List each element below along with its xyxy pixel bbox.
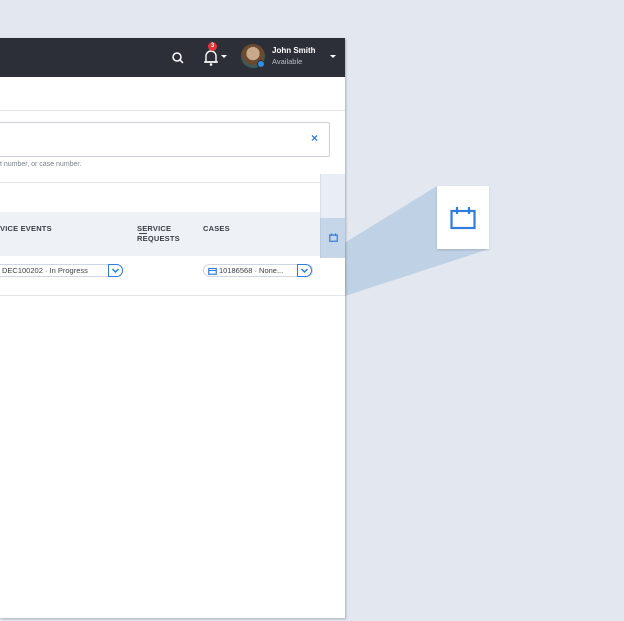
notifications-chevron-down-icon[interactable] <box>221 55 227 58</box>
top-navigation-bar: 3 John Smith Available <box>0 38 345 77</box>
table-header: VICE EVENTS SERVICE REQUESTS CASES <box>0 212 345 256</box>
close-icon[interactable]: × <box>311 131 318 145</box>
search-icon[interactable] <box>170 50 186 66</box>
search-input[interactable] <box>0 122 330 157</box>
main-panel: 3 John Smith Available × t number, or ca… <box>0 38 345 618</box>
divider <box>0 182 345 183</box>
presence-indicator <box>257 60 265 68</box>
column-service-requests-line2: REQUESTS <box>137 234 180 243</box>
calendar-icon <box>450 207 476 230</box>
table-row: DEC100202 · In Progress 10186568 · None.… <box>0 256 345 296</box>
case-tag[interactable]: 10186568 · None... <box>203 264 313 277</box>
service-event-label: DEC100202 · In Progress <box>2 266 88 275</box>
chevron-down-icon[interactable] <box>108 264 123 277</box>
chevron-down-icon[interactable] <box>297 264 312 277</box>
action-cell[interactable] <box>320 218 345 258</box>
user-name[interactable]: John Smith <box>272 46 316 55</box>
calendar-icon <box>208 267 217 275</box>
notification-badge: 3 <box>208 42 217 51</box>
column-service-events[interactable]: VICE EVENTS <box>0 224 52 234</box>
user-status: Available <box>272 57 303 66</box>
calendar-icon[interactable] <box>329 233 338 242</box>
column-service-requests[interactable]: SERVICE REQUESTS <box>137 224 180 244</box>
service-request-empty <box>139 233 147 234</box>
service-event-tag[interactable]: DEC100202 · In Progress <box>0 264 123 277</box>
user-menu-chevron-down-icon[interactable] <box>330 55 336 58</box>
search-hint: t number, or case number. <box>0 161 82 168</box>
case-label: 10186568 · None... <box>219 266 284 275</box>
zoom-callout <box>437 186 489 249</box>
column-cases[interactable]: CASES <box>203 224 230 234</box>
divider <box>0 110 345 111</box>
